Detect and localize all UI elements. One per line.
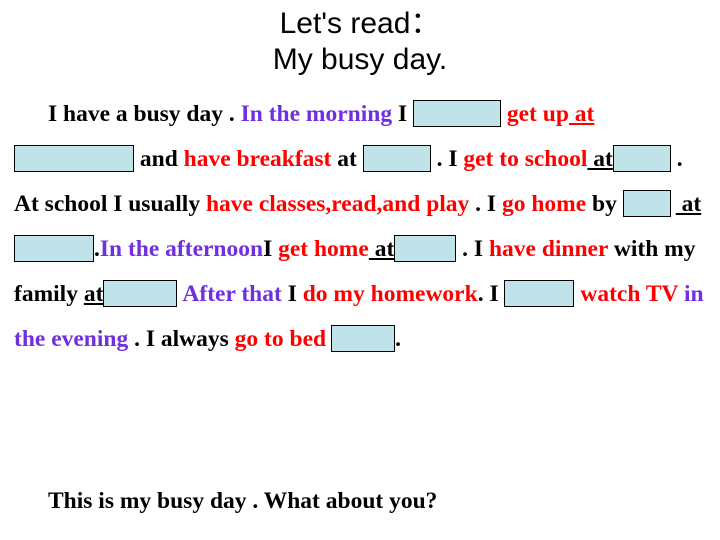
passage-text-7: . I [469, 191, 502, 217]
phrase-go-home: go home [501, 191, 587, 217]
phrase-watch-tv: watch TV [574, 281, 684, 307]
phrase-in-the-afternoon: In the afternoon [99, 236, 264, 262]
reading-passage: I have a busy day . In the morning I get… [14, 92, 708, 362]
answer-box-7[interactable] [394, 235, 457, 263]
closing-text: This is my busy day . What about you? [48, 488, 438, 514]
phrase-at-2: at [587, 146, 613, 172]
title-line-1: Let's read： [279, 7, 441, 40]
passage-text-8: by [586, 191, 623, 217]
phrase-have-dinner: have dinner [488, 236, 608, 262]
passage-text-4: at [331, 146, 363, 172]
phrase-in-the-morning: In the morning [240, 101, 393, 127]
phrase-get-up: get up [501, 101, 569, 127]
phrase-at-1: at [568, 101, 595, 127]
phrase-get-to-school: get to school [463, 146, 588, 172]
passage-text-3: and [134, 146, 184, 172]
phrase-do-my-homework: do my homework [302, 281, 478, 307]
page-title: Let's read： My busy day. [0, 0, 720, 78]
passage-text-11: . I [456, 236, 489, 262]
closing-line: This is my busy day . What about you? [14, 488, 708, 515]
phrase-go-to-bed: go to bed [234, 326, 327, 352]
passage-text-13: I [281, 281, 303, 307]
phrase-get-home: get home [278, 236, 369, 262]
passage-text-10: I [263, 236, 279, 262]
passage-text-16: always [160, 326, 235, 352]
slide: Let's read： My busy day. I have a busy d… [0, 0, 720, 540]
title-line-2: My busy day. [272, 43, 448, 76]
answer-box-8[interactable] [103, 280, 178, 308]
phrase-have-breakfast: have breakfast [183, 146, 332, 172]
phrase-have-classes-read-and-play: have classes,read,and play [205, 191, 470, 217]
phrase-at-3: at [675, 191, 702, 217]
passage-text-15: . I [128, 326, 161, 352]
answer-box-4[interactable] [612, 145, 671, 173]
answer-box-2[interactable] [14, 145, 134, 173]
answer-box-5[interactable] [622, 190, 671, 218]
passage-text-17: . [395, 326, 401, 352]
answer-box-1[interactable] [413, 100, 501, 128]
answer-box-6[interactable] [14, 235, 94, 263]
passage-text-1: I have a busy day . [48, 101, 241, 127]
answer-box-3[interactable] [362, 145, 431, 173]
phrase-at-5: at [83, 281, 104, 307]
answer-box-9[interactable] [504, 280, 575, 308]
passage-text-5: . I [430, 146, 464, 172]
passage-text-14: . I [477, 281, 505, 307]
phrase-after-that: After that [182, 281, 282, 307]
phrase-at-4: at [368, 236, 395, 262]
answer-box-10[interactable] [331, 325, 396, 353]
passage-text-2: I [392, 101, 413, 127]
